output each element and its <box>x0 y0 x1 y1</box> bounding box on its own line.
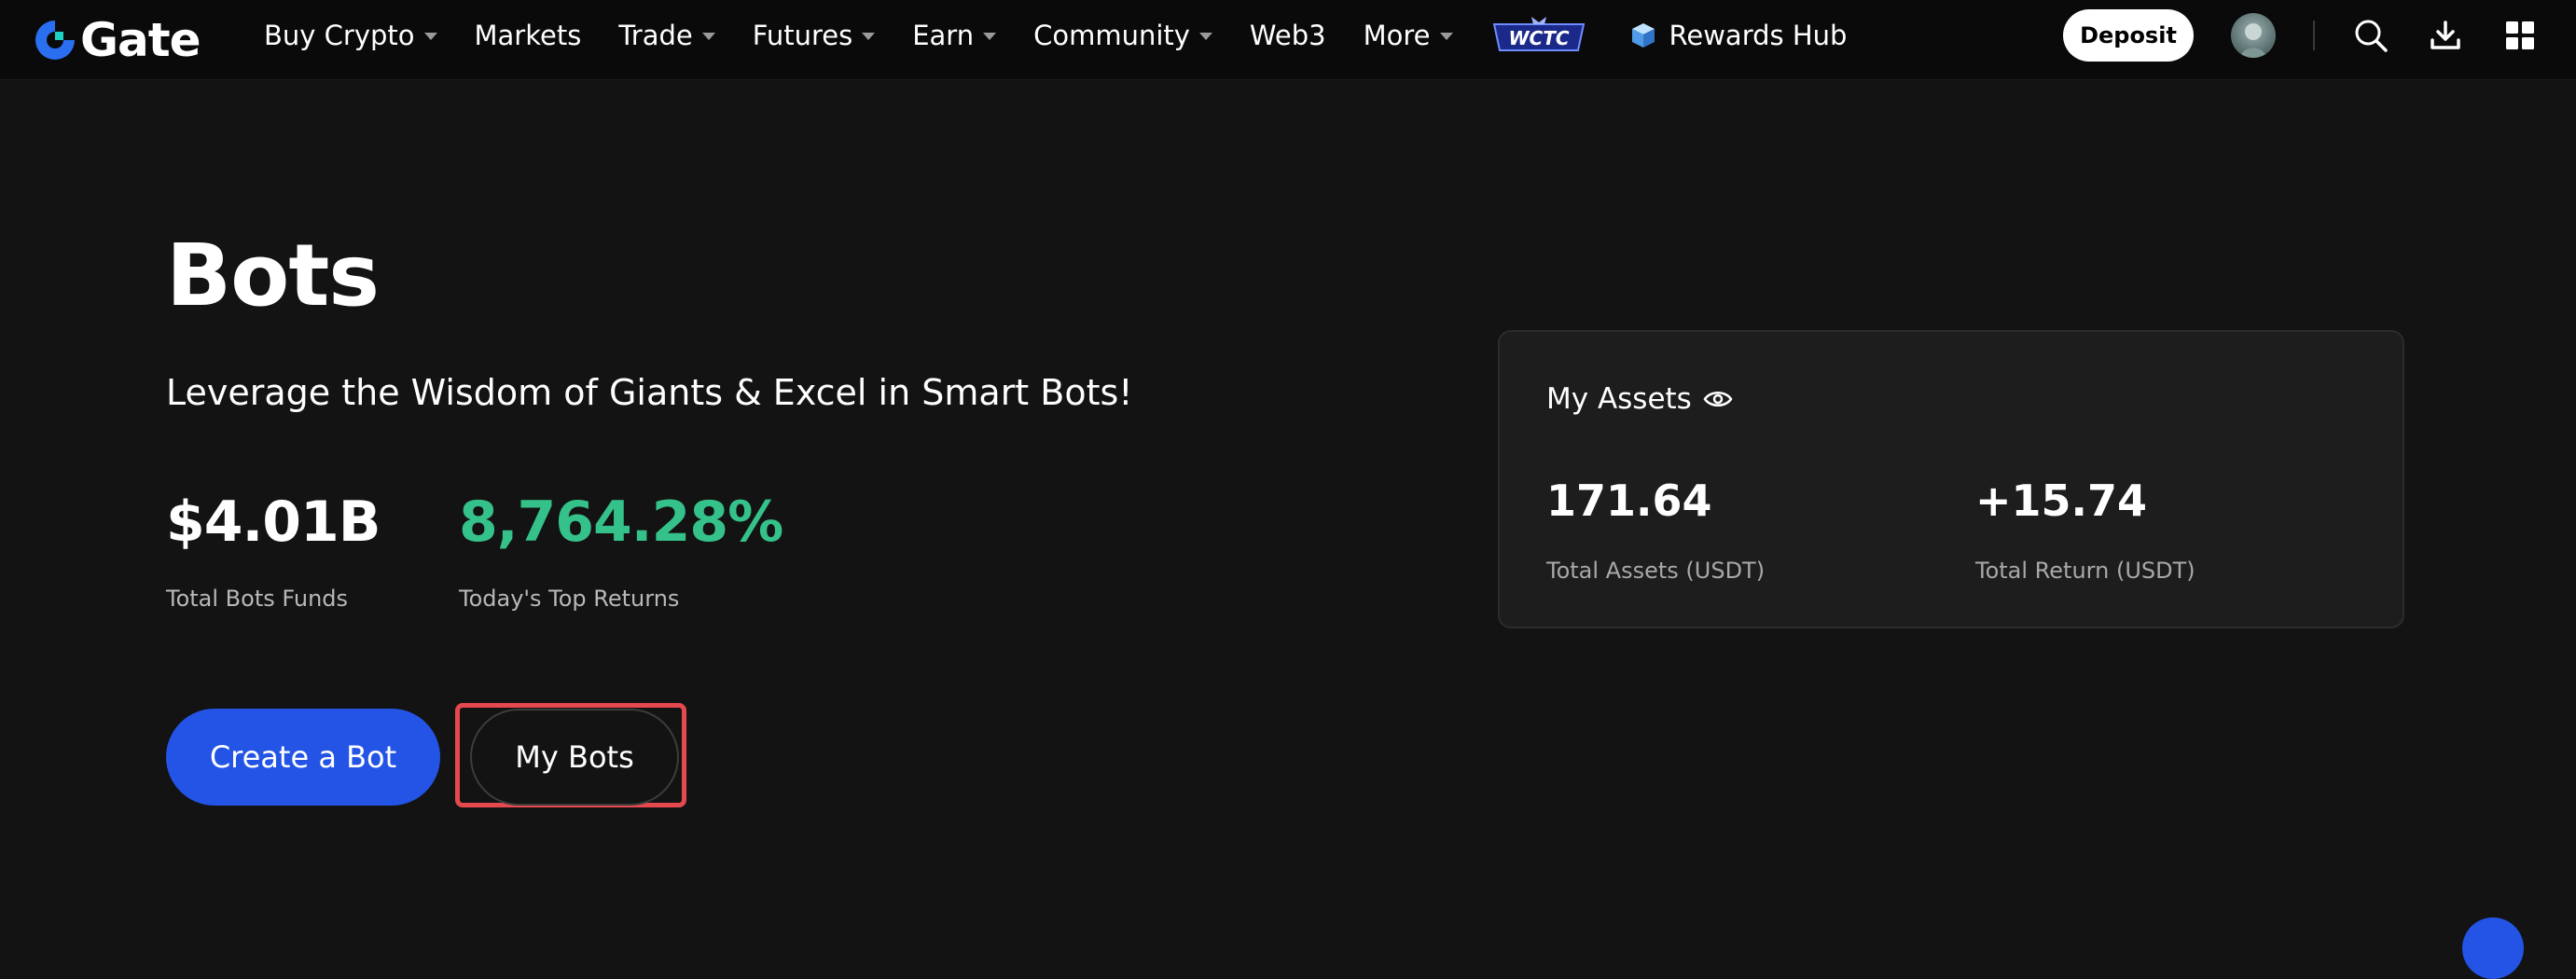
nav-futures[interactable]: Futures <box>752 20 876 51</box>
nav-label: Trade <box>618 20 693 51</box>
total-assets-value: 171.64 <box>1546 476 1712 526</box>
rewards-hub-label: Rewards Hub <box>1669 20 1848 51</box>
svg-text:WCTC: WCTC <box>1508 27 1569 49</box>
nav-trade[interactable]: Trade <box>618 20 715 51</box>
nav-label: Markets <box>474 20 582 51</box>
brand-name: Gate <box>80 13 201 67</box>
nav-markets[interactable]: Markets <box>475 20 582 51</box>
gate-logo[interactable]: Gate <box>32 9 201 71</box>
rewards-hub-link[interactable]: Rewards Hub <box>1628 20 1848 51</box>
nav-divider <box>2313 21 2315 50</box>
nav-label: More <box>1363 20 1431 51</box>
avatar[interactable] <box>2231 13 2276 58</box>
nav-community[interactable]: Community <box>1033 20 1212 51</box>
total-return-label: Total Return (USDT) <box>1975 558 2195 584</box>
total-assets-stat: 171.64 Total Assets (USDT) <box>1546 479 1765 584</box>
page-title: Bots <box>166 226 380 325</box>
main-nav: Buy Crypto Markets Trade Futures Earn Co… <box>264 0 1847 71</box>
nav-more[interactable]: More <box>1364 20 1453 51</box>
gift-cube-icon <box>1628 21 1658 50</box>
caret-down-icon <box>423 33 437 40</box>
caret-down-icon <box>1198 33 1212 40</box>
my-assets-card: My Assets 171.64 Total Assets (USDT) +15… <box>1498 330 2404 628</box>
total-return-stat: +15.74 Total Return (USDT) <box>1975 479 2195 584</box>
caret-down-icon <box>983 33 997 40</box>
stat-todays-top-returns: 8,764.28% Today's Top Returns <box>459 490 783 612</box>
my-assets-header: My Assets <box>1546 382 1733 416</box>
stat-total-bots-funds: $4.01B Total Bots Funds <box>166 494 381 612</box>
stat-label: Total Bots Funds <box>166 586 349 612</box>
nav-label: Earn <box>912 20 975 51</box>
wctc-badge-icon: WCTC <box>1492 17 1585 51</box>
page-subtitle: Leverage the Wisdom of Giants & Excel in… <box>166 372 1133 413</box>
stat-value: $4.01B <box>166 490 381 555</box>
caret-down-icon <box>862 33 876 40</box>
my-bots-button[interactable]: My Bots <box>470 709 679 806</box>
total-assets-label: Total Assets (USDT) <box>1546 558 1766 584</box>
total-return-value: +15.74 <box>1975 476 2148 526</box>
create-bot-button[interactable]: Create a Bot <box>166 709 440 806</box>
wctc-logo[interactable]: WCTC <box>1490 15 1587 56</box>
nav-label: Web3 <box>1249 20 1326 51</box>
floating-support-button[interactable] <box>2462 917 2524 979</box>
caret-down-icon <box>1439 33 1453 40</box>
download-icon[interactable] <box>2427 17 2464 54</box>
avatar-image-icon <box>2240 23 2266 58</box>
nav-web3[interactable]: Web3 <box>1250 20 1326 51</box>
caret-down-icon <box>701 33 715 40</box>
deposit-button[interactable]: Deposit <box>2063 9 2194 62</box>
nav-label: Community <box>1033 20 1190 51</box>
nav-label: Futures <box>752 20 853 51</box>
my-assets-title: My Assets <box>1546 382 1692 416</box>
apps-grid-icon[interactable] <box>2501 17 2539 54</box>
top-navbar: Gate Buy Crypto Markets Trade Futures Ea… <box>0 0 2576 80</box>
eye-icon[interactable] <box>1703 388 1733 410</box>
search-icon[interactable] <box>2352 17 2389 54</box>
nav-earn[interactable]: Earn <box>912 20 997 51</box>
nav-label: Buy Crypto <box>264 20 415 51</box>
stat-value: 8,764.28% <box>459 490 783 555</box>
gate-logo-icon <box>35 21 75 60</box>
stat-label: Today's Top Returns <box>459 586 680 612</box>
nav-buy-crypto[interactable]: Buy Crypto <box>264 20 437 51</box>
